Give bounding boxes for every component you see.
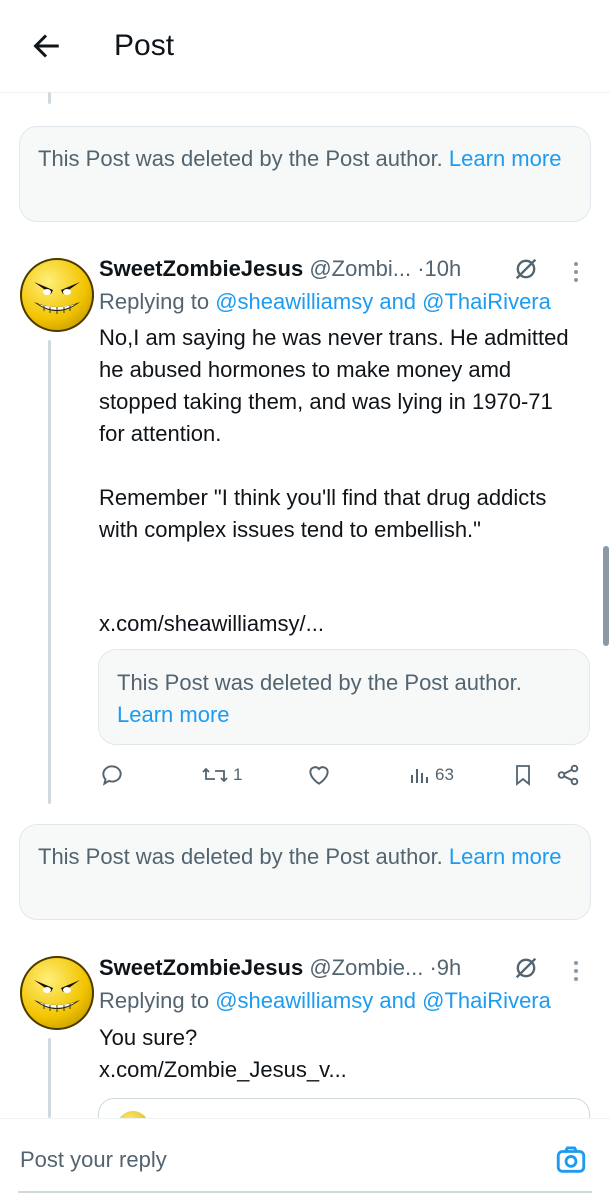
deleted-notice-text: This Post was deleted by xyxy=(38,146,283,171)
thread-line xyxy=(48,340,51,804)
more-dots-icon[interactable] xyxy=(566,258,586,286)
deleted-notice-rest: the Post author. xyxy=(282,844,449,869)
thread-line-top xyxy=(48,92,51,104)
replying-to-users[interactable]: @sheawilliamsy and @ThaiRivera xyxy=(215,988,551,1013)
bookmark-icon[interactable] xyxy=(511,762,535,788)
deleted-post-notice: This Post was deleted by the Post author… xyxy=(19,126,591,222)
like-icon xyxy=(309,766,329,785)
learn-more-link[interactable]: Learn more xyxy=(449,844,562,869)
post-body: You sure? xyxy=(99,1025,198,1050)
post-header: SweetZombieJesus @Zombi... ·10h xyxy=(99,254,461,284)
reply-input[interactable]: Post your reply xyxy=(20,1145,167,1175)
back-arrow-icon[interactable] xyxy=(28,28,64,64)
reply-icon xyxy=(102,765,122,786)
author-name[interactable]: SweetZombieJesus xyxy=(99,256,303,281)
quoted-learn-more-link[interactable]: Learn more xyxy=(117,702,230,727)
deleted-notice-rest: the Post author. xyxy=(282,146,449,171)
post-link[interactable]: x.com/Zombie_Jesus_v... xyxy=(99,1054,399,1086)
post-body: No,I am saying he was never trans. He ad… xyxy=(99,325,569,542)
views-button[interactable]: 63 xyxy=(409,762,454,788)
quoted-deleted-text: This Post was deleted xyxy=(117,670,333,695)
more-dots-icon[interactable] xyxy=(566,957,586,985)
quoted-deleted-notice: This Post was deleted by the Post author… xyxy=(98,649,590,745)
camera-icon[interactable] xyxy=(554,1143,588,1177)
share-icon[interactable] xyxy=(555,762,581,788)
author-name[interactable]: SweetZombieJesus xyxy=(99,955,303,980)
reply-underline xyxy=(18,1191,592,1193)
reply-composer: Post your reply xyxy=(0,1118,610,1201)
repost-count: 1 xyxy=(233,765,243,784)
page-title: Post xyxy=(114,29,175,62)
replying-prefix: Replying to xyxy=(99,988,216,1013)
top-bar: Post xyxy=(0,0,610,93)
replying-prefix: Replying to xyxy=(99,289,216,314)
action-bar: 1 63 xyxy=(99,762,589,790)
scrollbar[interactable] xyxy=(603,546,609,646)
grok-slash-icon[interactable] xyxy=(512,954,540,982)
replying-to-users[interactable]: @sheawilliamsy and @ThaiRivera xyxy=(215,289,551,314)
views-count: 63 xyxy=(435,765,454,784)
replying-to: Replying to @sheawilliamsy and @ThaiRive… xyxy=(99,287,551,317)
avatar[interactable] xyxy=(20,956,94,1030)
deleted-post-notice: This Post was deleted by the Post author… xyxy=(19,824,591,920)
grok-slash-icon[interactable] xyxy=(512,255,540,283)
zombie-face-icon xyxy=(34,282,80,314)
post-header: SweetZombieJesus @Zombie... ·9h xyxy=(99,953,461,983)
post-time[interactable]: ·10h xyxy=(417,256,461,281)
post-link[interactable]: x.com/sheawilliamsy/... xyxy=(99,608,399,640)
learn-more-link[interactable]: Learn more xyxy=(449,146,562,171)
author-handle[interactable]: @Zombi... xyxy=(309,256,411,281)
post-time[interactable]: ·9h xyxy=(429,955,461,980)
like-button[interactable] xyxy=(306,762,336,788)
replying-to: Replying to @sheawilliamsy and @ThaiRive… xyxy=(99,986,551,1016)
avatar[interactable] xyxy=(20,258,94,332)
quoted-deleted-rest: by the Post author. xyxy=(332,670,522,695)
author-handle[interactable]: @Zombie... xyxy=(309,955,423,980)
reply-button[interactable] xyxy=(99,762,129,788)
deleted-notice-text: This Post was deleted by xyxy=(38,844,283,869)
views-icon xyxy=(411,769,428,783)
repost-icon xyxy=(202,767,228,783)
thread-line xyxy=(48,1038,51,1118)
zombie-face-icon xyxy=(34,980,80,1012)
repost-button[interactable]: 1 xyxy=(201,762,242,788)
